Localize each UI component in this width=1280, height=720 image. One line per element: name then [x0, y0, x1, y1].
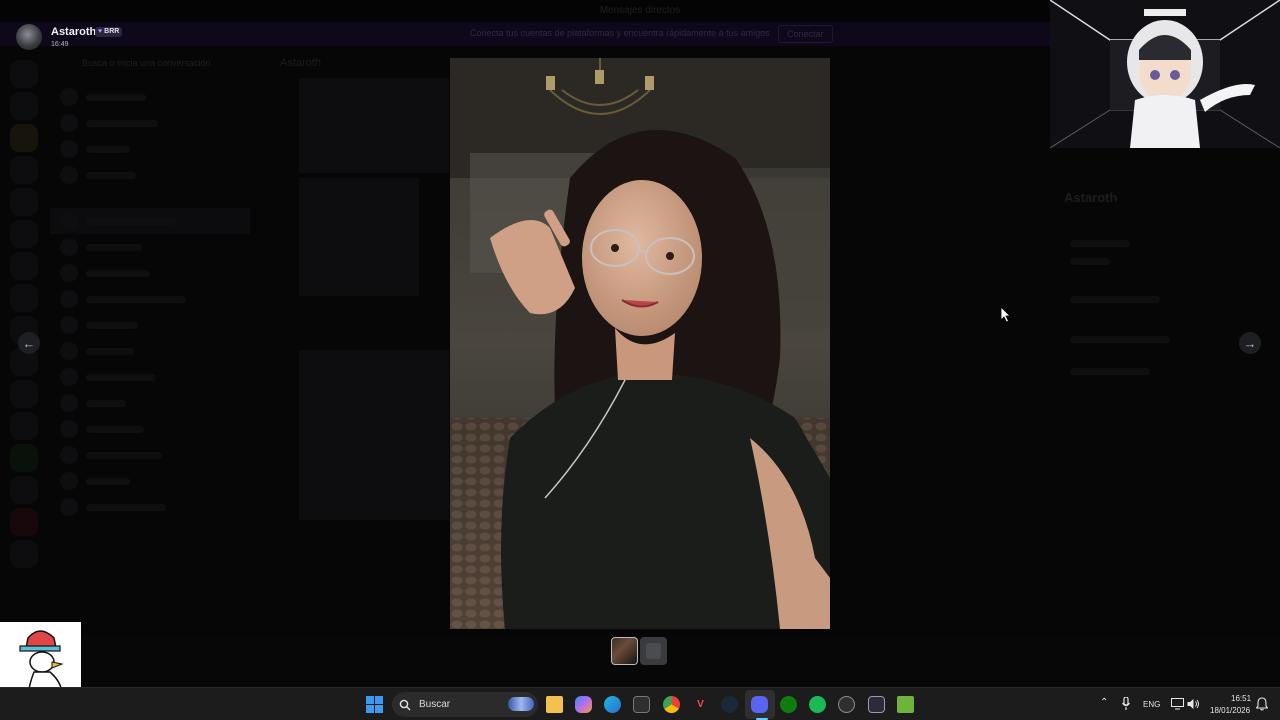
chat-image-tile — [299, 178, 419, 296]
server-icon[interactable] — [10, 380, 38, 408]
dm-list-item[interactable] — [50, 494, 250, 520]
mouse-cursor-icon — [1001, 307, 1011, 323]
keyboard-language[interactable]: ENG — [1143, 700, 1160, 709]
author-name[interactable]: Astaroth — [51, 26, 96, 38]
dm-list-item[interactable] — [50, 136, 250, 162]
minecraft-icon[interactable] — [897, 696, 914, 713]
next-image-button[interactable]: → — [1239, 332, 1261, 354]
notification-icon[interactable] — [1256, 697, 1268, 711]
thumbnail-strip — [611, 637, 667, 665]
app-icon[interactable] — [868, 696, 885, 713]
author-avatar[interactable] — [16, 24, 42, 50]
dm-list-item[interactable] — [50, 110, 250, 136]
discord-icon[interactable] — [751, 696, 768, 713]
heart-icon: ♥ — [98, 28, 103, 35]
thumbnail-selected[interactable] — [611, 637, 638, 665]
arrow-right-icon: → — [1243, 335, 1257, 351]
server-icon[interactable] — [10, 540, 38, 568]
search-icon — [399, 699, 411, 710]
obs-icon[interactable] — [838, 696, 855, 713]
volume-icon[interactable] — [1187, 698, 1200, 710]
dm-list: Busca o inicia una conversación — [50, 50, 250, 650]
chat-header-name: Astaroth — [280, 57, 321, 69]
chrome-icon[interactable] — [663, 696, 680, 713]
clock-date[interactable]: 18/01/2026 — [1210, 706, 1250, 715]
dm-list-item[interactable] — [50, 364, 250, 390]
windows-taskbar: Buscar V ⌃ ENG 16:51 18/01/2026 — [0, 687, 1280, 720]
taskbar-search-label: Buscar — [419, 699, 451, 710]
server-icon[interactable] — [10, 476, 38, 504]
server-icon[interactable] — [10, 124, 38, 152]
dm-list-item[interactable] — [50, 390, 250, 416]
thumbnail[interactable] — [640, 637, 667, 665]
message-timestamp: 16:49 — [51, 41, 69, 48]
dm-list-item[interactable] — [50, 312, 250, 338]
dm-list-item[interactable] — [50, 286, 250, 312]
server-tag-text: BRR — [104, 28, 120, 35]
xbox-icon[interactable] — [780, 696, 797, 713]
dm-list-item[interactable] — [50, 162, 250, 188]
dm-search-input[interactable]: Busca o inicia una conversación — [82, 58, 211, 68]
search-highlight-icon — [508, 697, 534, 711]
profile-panel-name: Astaroth — [1064, 190, 1118, 205]
server-icon[interactable] — [10, 60, 38, 88]
server-icon[interactable] — [10, 284, 38, 312]
copilot-icon[interactable] — [575, 696, 592, 713]
vtuber-avatar-graphic — [1050, 0, 1280, 148]
server-icon[interactable] — [10, 188, 38, 216]
file-explorer-icon[interactable] — [546, 696, 563, 713]
chevron-up-icon[interactable]: ⌃ — [1100, 698, 1108, 708]
server-icon[interactable] — [10, 92, 38, 120]
dm-list-item[interactable] — [50, 234, 250, 260]
edge-icon[interactable] — [604, 696, 621, 713]
viewed-image[interactable] — [450, 58, 830, 629]
server-tag-badge: ♥ BRR — [95, 27, 123, 37]
dm-list-item[interactable] — [50, 338, 250, 364]
valorant-icon[interactable]: V — [692, 696, 709, 713]
dm-list-item[interactable] — [50, 416, 250, 442]
server-icon[interactable] — [10, 252, 38, 280]
server-icon[interactable] — [10, 412, 38, 440]
viewed-image-graphic — [450, 58, 830, 629]
notice-banner-text: Conecta tus cuentas de plataformas y enc… — [470, 28, 770, 38]
spotify-icon[interactable] — [809, 696, 826, 713]
dm-list-item[interactable] — [50, 84, 250, 110]
server-icon[interactable] — [10, 220, 38, 248]
dm-list-item[interactable] — [50, 260, 250, 286]
profile-panel: Astaroth — [1060, 150, 1280, 670]
vtuber-webcam-overlay — [1050, 0, 1280, 148]
chat-image-tile — [299, 350, 449, 520]
steam-icon[interactable] — [721, 696, 738, 713]
clock-time[interactable]: 16:51 — [1231, 694, 1251, 703]
notice-banner-button[interactable]: Conectar — [778, 25, 833, 43]
arrow-left-icon: ← — [22, 335, 36, 351]
windows-start-icon[interactable] — [366, 696, 383, 713]
previous-image-button[interactable]: ← — [18, 332, 40, 354]
server-icon[interactable] — [10, 508, 38, 536]
server-icon[interactable] — [10, 444, 38, 472]
microphone-icon[interactable] — [1122, 697, 1130, 711]
network-icon[interactable] — [1171, 698, 1184, 710]
server-icon[interactable] — [10, 156, 38, 184]
dm-list-item[interactable] — [50, 468, 250, 494]
chat-image-tile — [299, 78, 449, 173]
store-icon[interactable] — [633, 696, 650, 713]
taskbar-search-box[interactable]: Buscar — [392, 692, 538, 717]
dm-list-item[interactable] — [50, 442, 250, 468]
dm-list-item[interactable] — [50, 208, 250, 234]
